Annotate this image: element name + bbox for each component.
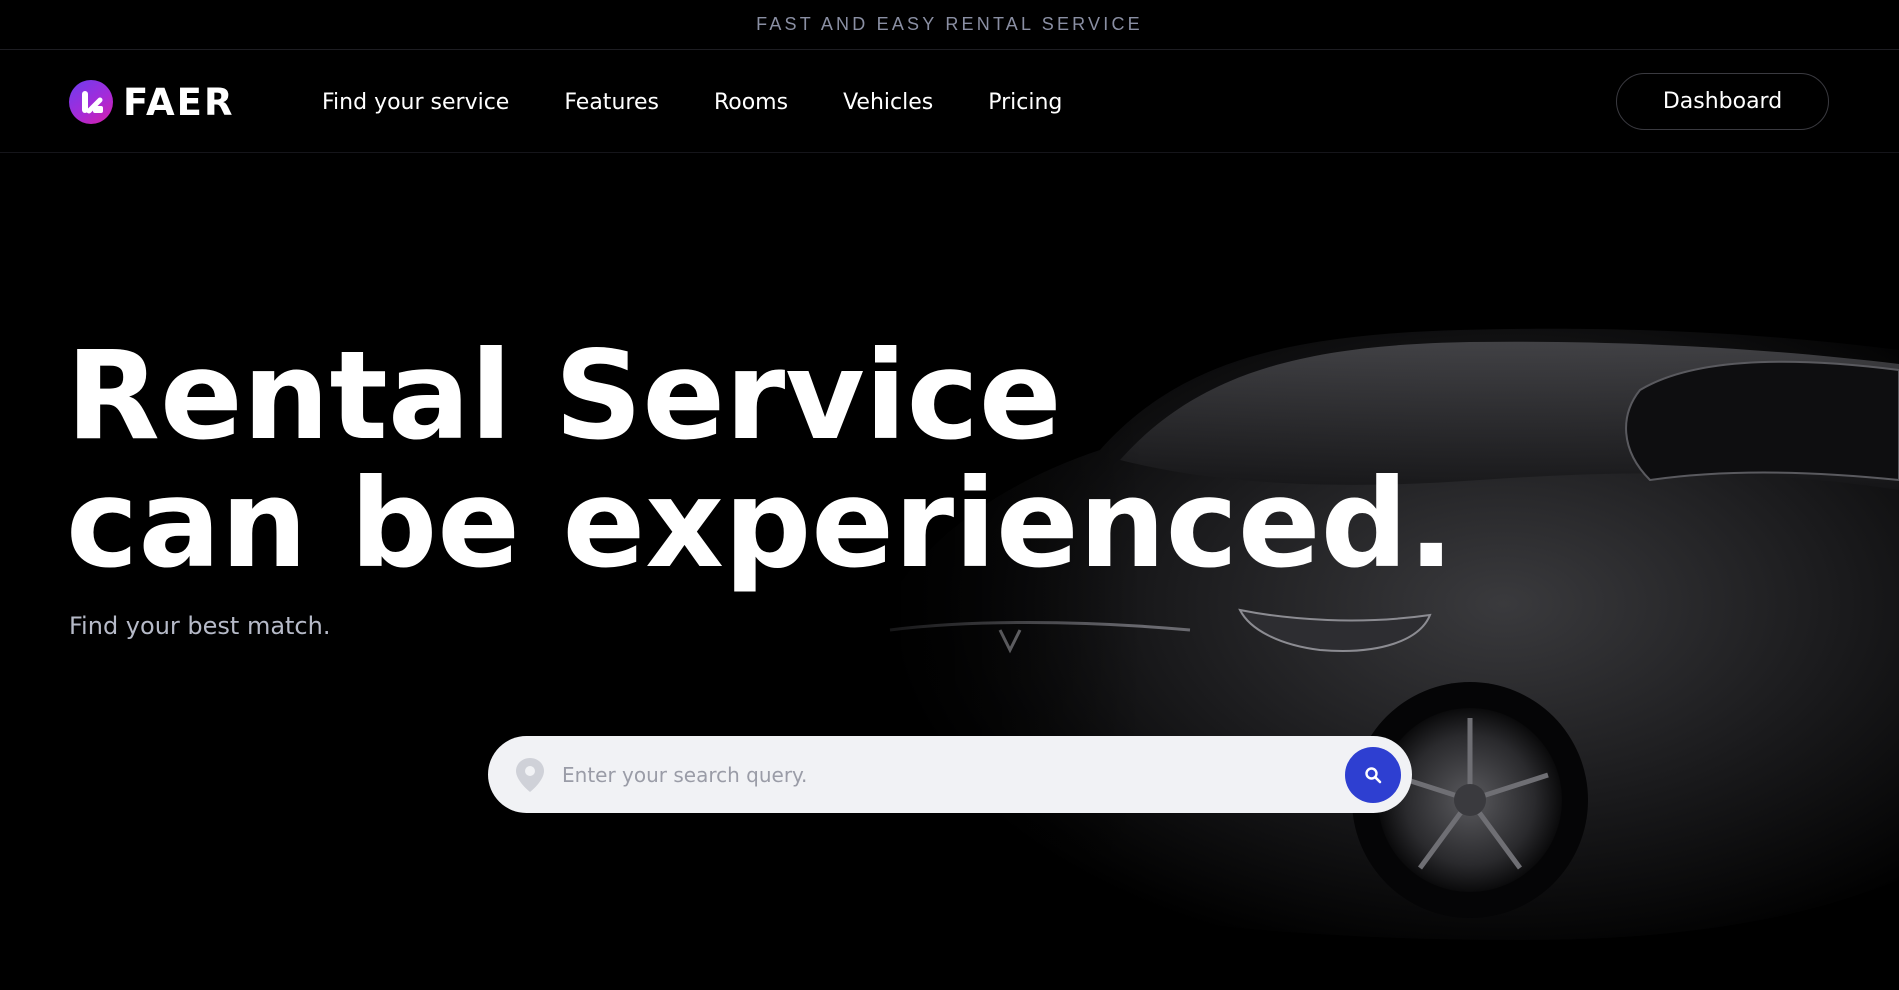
brand-logo[interactable]: FAER [69,80,234,124]
hero-subtitle: Find your best match. [69,612,331,640]
hero-title-line-2: can be experienced. [66,453,1455,595]
nav-find-your-service[interactable]: Find your service [322,90,509,115]
search-input[interactable] [562,750,1282,800]
nav-pricing[interactable]: Pricing [988,90,1062,115]
brand-name: FAER [123,80,235,124]
announcement-text: FAST AND EASY RENTAL SERVICE [756,14,1143,34]
location-pin-icon [514,757,546,797]
nav-vehicles[interactable]: Vehicles [843,90,933,115]
hero-title: Rental Service can be experienced. [66,332,1516,588]
search-bar [488,736,1412,813]
search-button[interactable] [1345,747,1401,803]
announcement-bar: FAST AND EASY RENTAL SERVICE [0,0,1899,50]
search-icon [1365,767,1382,784]
dashboard-button[interactable]: Dashboard [1616,73,1829,130]
nav-rooms[interactable]: Rooms [714,90,788,115]
navbar: FAER Find your service Features Rooms Ve… [0,50,1899,153]
nav-features[interactable]: Features [564,90,659,115]
hero-title-line-1: Rental Service [66,325,1062,467]
main-nav: Find your service Features Rooms Vehicle… [322,86,1062,118]
faer-logo-icon [69,80,113,124]
